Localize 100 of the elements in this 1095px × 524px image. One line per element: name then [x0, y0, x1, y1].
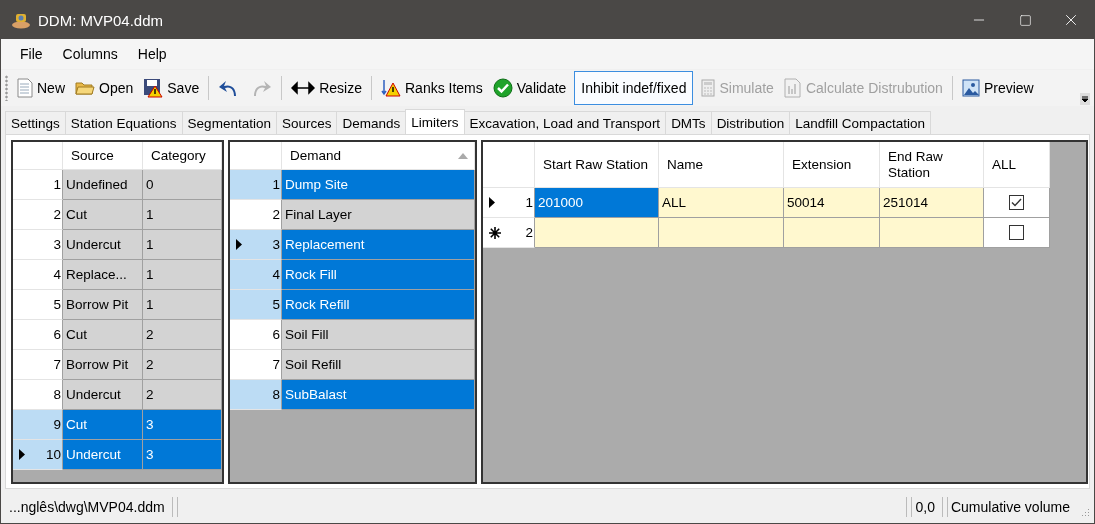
image-icon	[961, 79, 980, 97]
row-header[interactable]: 2	[483, 218, 535, 248]
row-header[interactable]: 10	[13, 440, 63, 470]
table-cell: 2	[143, 350, 222, 380]
table-cell: Replace...	[63, 260, 143, 290]
table-cell: Undercut	[63, 380, 143, 410]
toolbar-button[interactable]: Open	[70, 74, 139, 102]
tab[interactable]: Landfill Compactation	[789, 111, 931, 134]
table-cell: ALL	[659, 188, 784, 218]
table-cell: Soil Refill	[282, 350, 475, 380]
row-header[interactable]: 8	[230, 380, 282, 410]
menu-item[interactable]: Columns	[52, 46, 128, 62]
table-cell: 50014	[784, 188, 880, 218]
column-header[interactable]: Start Raw Station	[535, 142, 659, 188]
table-cell: 201000	[535, 188, 659, 218]
row-header[interactable]: 3	[13, 230, 63, 260]
corner-header	[230, 142, 282, 170]
menu-item[interactable]: File	[10, 46, 53, 62]
column-header[interactable]: Name	[659, 142, 784, 188]
row-header[interactable]: 7	[230, 350, 282, 380]
table-cell: 1	[143, 230, 222, 260]
column-header[interactable]: Category	[143, 142, 222, 170]
row-header[interactable]: 1	[13, 170, 63, 200]
toolbar-button[interactable]: Save	[138, 74, 205, 102]
table-cell: Cut	[63, 200, 143, 230]
table-cell: 1	[143, 260, 222, 290]
app-icon	[11, 11, 31, 29]
column-header[interactable]: Source	[63, 142, 143, 170]
table-cell: 1	[143, 290, 222, 320]
table-cell: Replacement	[282, 230, 475, 260]
table-cell: 0	[143, 170, 222, 200]
toolbar-button[interactable]: Validate	[487, 74, 572, 102]
row-header[interactable]: 2	[13, 200, 63, 230]
row-header[interactable]: 7	[13, 350, 63, 380]
row-header[interactable]: 3	[230, 230, 282, 260]
table-cell: 1	[143, 200, 222, 230]
row-header[interactable]: 5	[13, 290, 63, 320]
table-cell: Rock Refill	[282, 290, 475, 320]
table-cell: 251014	[880, 188, 984, 218]
column-header[interactable]: ALL	[984, 142, 1050, 188]
table-cell: 3	[143, 440, 222, 470]
table-cell: Undercut	[63, 440, 143, 470]
table-cell: Final Layer	[282, 200, 475, 230]
maximize-icon[interactable]	[1018, 13, 1032, 27]
tab[interactable]: Segmentation	[181, 111, 277, 134]
document-chart-icon	[783, 78, 802, 98]
overflow-icon[interactable]	[1080, 93, 1090, 105]
sort-warning-icon	[381, 78, 401, 98]
toolbar-grip[interactable]	[5, 75, 8, 101]
tab[interactable]: Settings	[5, 111, 66, 134]
checkbox[interactable]	[1009, 225, 1024, 240]
resize-arrows-icon	[291, 81, 316, 95]
table-cell: Borrow Pit	[63, 350, 143, 380]
column-header[interactable]: End Raw Station	[880, 142, 984, 188]
checkbox[interactable]	[1009, 195, 1024, 210]
table-cell: Rock Fill	[282, 260, 475, 290]
calculator-icon	[701, 79, 716, 97]
tab[interactable]: Limiters	[405, 109, 465, 134]
table-cell: Borrow Pit	[63, 290, 143, 320]
table-cell: Cut	[63, 410, 143, 440]
row-header[interactable]: 5	[230, 290, 282, 320]
row-header[interactable]: 2	[230, 200, 282, 230]
toolbar-button[interactable]: Ranks Items	[376, 74, 488, 102]
tab[interactable]: Excavation, Load and Transport	[463, 111, 667, 134]
row-header[interactable]: 6	[13, 320, 63, 350]
window-title: DDM: MVP04.ddm	[38, 11, 165, 29]
row-header[interactable]: 1	[483, 188, 535, 218]
resize-grip-icon[interactable]	[1080, 507, 1090, 517]
check-circle-icon	[492, 78, 513, 98]
toggle-button[interactable]: Inhibit indef/fixed	[574, 71, 694, 105]
toolbar-button[interactable]: Resize	[286, 74, 367, 102]
corner-header	[483, 142, 535, 188]
column-header[interactable]: Extension	[784, 142, 880, 188]
table-cell: 3	[143, 410, 222, 440]
menu-item[interactable]: Help	[127, 46, 177, 62]
table-cell: Dump Site	[282, 170, 475, 200]
toolbar-button[interactable]: Preview	[956, 74, 1039, 102]
row-header[interactable]: 8	[13, 380, 63, 410]
table-cell: Soil Fill	[282, 320, 475, 350]
tab[interactable]: Station Equations	[64, 111, 183, 134]
row-header[interactable]: 4	[13, 260, 63, 290]
corner-header	[13, 142, 63, 170]
table-cell: Undercut	[63, 230, 143, 260]
row-header[interactable]: 4	[230, 260, 282, 290]
folder-icon	[75, 80, 95, 96]
table-cell: Cut	[63, 320, 143, 350]
status-text: Cumulative volume	[950, 499, 1071, 515]
table-cell: Undefined	[63, 170, 143, 200]
floppy-warning-icon	[143, 78, 164, 98]
row-header[interactable]: 1	[230, 170, 282, 200]
status-text: 0,0	[915, 499, 936, 515]
row-header[interactable]: 9	[13, 410, 63, 440]
table-cell: 2	[143, 320, 222, 350]
column-header[interactable]: Demand	[282, 142, 475, 170]
row-header[interactable]: 6	[230, 320, 282, 350]
table-cell: SubBalast	[282, 380, 475, 410]
toolbar-button[interactable]: New	[12, 74, 70, 102]
file-path: ...nglês\dwg\MVP04.ddm	[9, 499, 166, 515]
table-cell: 2	[143, 380, 222, 410]
document-icon	[17, 78, 33, 98]
